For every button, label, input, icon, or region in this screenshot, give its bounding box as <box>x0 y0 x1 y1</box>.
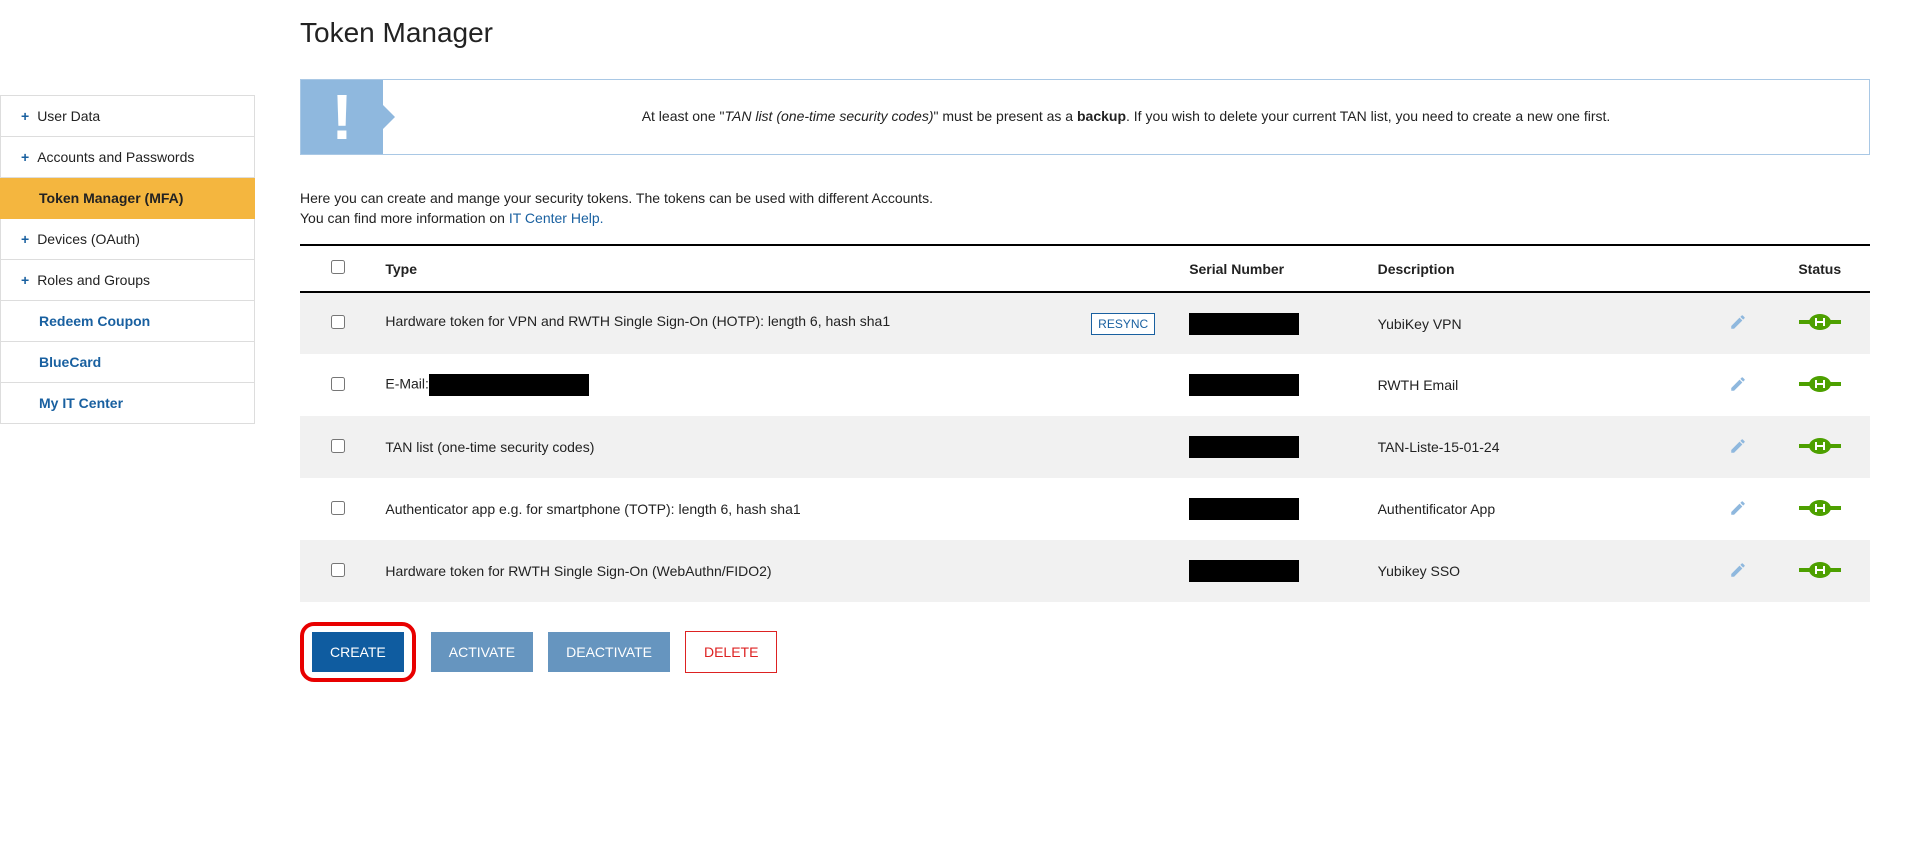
edit-icon[interactable] <box>1729 504 1747 520</box>
expand-icon: + <box>21 149 29 165</box>
status-connected-icon <box>1799 437 1841 458</box>
status-connected-icon <box>1799 375 1841 396</box>
sidebar-item-label: Devices (OAuth) <box>37 231 140 247</box>
select-all-checkbox[interactable] <box>331 260 345 274</box>
token-description: RWTH Email <box>1368 354 1707 416</box>
sidebar-item-devices-oauth[interactable]: + Devices (OAuth) <box>0 219 255 260</box>
create-button[interactable]: CREATE <box>312 632 404 672</box>
notice-text: At least one "TAN list (one-time securit… <box>383 80 1869 154</box>
sidebar-item-roles-groups[interactable]: + Roles and Groups <box>0 260 255 301</box>
token-type: TAN list (one-time security codes) <box>375 416 1179 478</box>
table-row: Authenticator app e.g. for smartphone (T… <box>300 478 1870 540</box>
edit-icon[interactable] <box>1729 318 1747 334</box>
edit-icon[interactable] <box>1729 566 1747 582</box>
serial-redacted <box>1189 498 1299 520</box>
it-center-help-link[interactable]: IT Center Help. <box>509 210 604 226</box>
sidebar-item-label: User Data <box>37 108 100 124</box>
table-row: Hardware token for RWTH Single Sign-On (… <box>300 540 1870 602</box>
edit-icon[interactable] <box>1729 442 1747 458</box>
intro-line-2: You can find more information on IT Cent… <box>300 210 1870 226</box>
header-serial: Serial Number <box>1179 245 1367 292</box>
serial-redacted <box>1189 374 1299 396</box>
sidebar-item-bluecard[interactable]: BlueCard <box>0 342 255 383</box>
sidebar-item-token-manager[interactable]: Token Manager (MFA) <box>0 178 255 219</box>
edit-icon[interactable] <box>1729 380 1747 396</box>
status-connected-icon <box>1799 499 1841 520</box>
serial-redacted <box>1189 313 1299 335</box>
header-description: Description <box>1368 245 1707 292</box>
info-icon: ! <box>301 80 383 154</box>
create-highlight: CREATE <box>300 622 416 682</box>
token-table: Type Serial Number Description Status Ha… <box>300 244 1870 602</box>
token-description: YubiKey VPN <box>1368 292 1707 354</box>
row-checkbox[interactable] <box>331 377 345 391</box>
token-type: Hardware token for VPN and RWTH Single S… <box>385 313 890 329</box>
resync-button[interactable]: RESYNC <box>1091 313 1155 335</box>
header-type: Type <box>375 245 1179 292</box>
token-type: Authenticator app e.g. for smartphone (T… <box>375 478 1179 540</box>
token-type: Hardware token for RWTH Single Sign-On (… <box>375 540 1179 602</box>
sidebar-item-user-data[interactable]: + User Data <box>0 95 255 137</box>
token-description: Authentificator App <box>1368 478 1707 540</box>
row-checkbox[interactable] <box>331 501 345 515</box>
page-title: Token Manager <box>300 17 1870 49</box>
email-redacted <box>429 374 589 396</box>
sidebar-item-my-it-center[interactable]: My IT Center <box>0 383 255 424</box>
status-connected-icon <box>1799 561 1841 582</box>
serial-redacted <box>1189 560 1299 582</box>
token-description: Yubikey SSO <box>1368 540 1707 602</box>
sidebar-item-label: Accounts and Passwords <box>37 149 194 165</box>
row-checkbox[interactable] <box>331 563 345 577</box>
sidebar-item-accounts-passwords[interactable]: + Accounts and Passwords <box>0 137 255 178</box>
token-description: TAN-Liste-15-01-24 <box>1368 416 1707 478</box>
expand-icon: + <box>21 231 29 247</box>
info-notice: ! At least one "TAN list (one-time secur… <box>300 79 1870 155</box>
sidebar-item-label: Roles and Groups <box>37 272 150 288</box>
status-connected-icon <box>1799 313 1841 334</box>
sidebar-item-label: BlueCard <box>39 354 101 370</box>
main-content: Token Manager ! At least one "TAN list (… <box>255 0 1915 712</box>
table-row: E-Mail: RWTH Email <box>300 354 1870 416</box>
expand-icon: + <box>21 272 29 288</box>
header-checkbox-cell <box>300 245 375 292</box>
header-status: Status <box>1769 245 1870 292</box>
sidebar-item-label: My IT Center <box>39 395 123 411</box>
row-checkbox[interactable] <box>331 439 345 453</box>
action-bar: CREATE ACTIVATE DEACTIVATE DELETE <box>300 622 1870 682</box>
activate-button[interactable]: ACTIVATE <box>431 632 533 672</box>
expand-icon: + <box>21 108 29 124</box>
intro-line-1: Here you can create and mange your secur… <box>300 190 1870 206</box>
sidebar-item-redeem-coupon[interactable]: Redeem Coupon <box>0 301 255 342</box>
row-checkbox[interactable] <box>331 315 345 329</box>
table-row: TAN list (one-time security codes) TAN-L… <box>300 416 1870 478</box>
serial-redacted <box>1189 436 1299 458</box>
sidebar: + User Data + Accounts and Passwords Tok… <box>0 0 255 712</box>
token-type-prefix: E-Mail: <box>385 376 429 392</box>
delete-button[interactable]: DELETE <box>685 631 777 673</box>
sidebar-item-label: Redeem Coupon <box>39 313 150 329</box>
deactivate-button[interactable]: DEACTIVATE <box>548 632 670 672</box>
header-edit <box>1707 245 1770 292</box>
table-row: Hardware token for VPN and RWTH Single S… <box>300 292 1870 354</box>
sidebar-item-label: Token Manager (MFA) <box>39 190 183 206</box>
